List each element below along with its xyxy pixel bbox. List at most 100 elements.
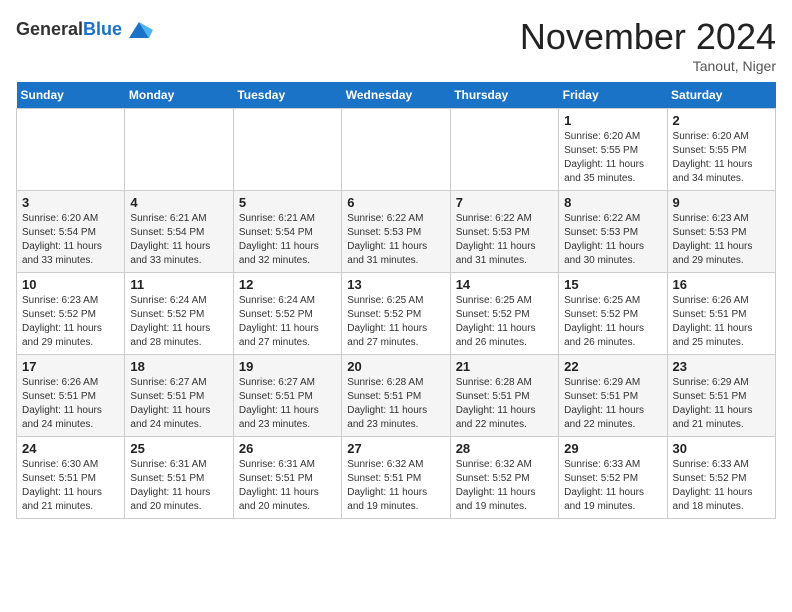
calendar-cell: 30 Sunrise: 6:33 AM Sunset: 5:52 PM Dayli…: [667, 437, 775, 519]
day-info: Sunrise: 6:23 AM Sunset: 5:53 PM Dayligh…: [673, 212, 770, 268]
weekday-header: Saturday: [667, 82, 775, 109]
calendar-cell: 28 Sunrise: 6:32 AM Sunset: 5:52 PM Dayli…: [450, 437, 558, 519]
day-info: Sunrise: 6:33 AM Sunset: 5:52 PM Dayligh…: [673, 458, 770, 514]
day-number: 20: [347, 359, 444, 374]
calendar-week-row: 10 Sunrise: 6:23 AM Sunset: 5:52 PM Dayli…: [17, 273, 776, 355]
day-number: 5: [239, 195, 336, 210]
day-number: 25: [130, 441, 227, 456]
title-block: November 2024 Tanout, Niger: [520, 16, 776, 74]
calendar-cell: 8 Sunrise: 6:22 AM Sunset: 5:53 PM Daylig…: [559, 191, 667, 273]
weekday-header: Sunday: [17, 82, 125, 109]
weekday-header: Friday: [559, 82, 667, 109]
day-info: Sunrise: 6:25 AM Sunset: 5:52 PM Dayligh…: [564, 294, 661, 350]
day-number: 30: [673, 441, 770, 456]
day-info: Sunrise: 6:21 AM Sunset: 5:54 PM Dayligh…: [130, 212, 227, 268]
day-info: Sunrise: 6:20 AM Sunset: 5:54 PM Dayligh…: [22, 212, 119, 268]
day-info: Sunrise: 6:25 AM Sunset: 5:52 PM Dayligh…: [347, 294, 444, 350]
day-info: Sunrise: 6:31 AM Sunset: 5:51 PM Dayligh…: [239, 458, 336, 514]
calendar-cell: 10 Sunrise: 6:23 AM Sunset: 5:52 PM Dayli…: [17, 273, 125, 355]
calendar-header: SundayMondayTuesdayWednesdayThursdayFrid…: [17, 82, 776, 109]
weekday-header: Wednesday: [342, 82, 450, 109]
day-number: 18: [130, 359, 227, 374]
day-number: 14: [456, 277, 553, 292]
day-info: Sunrise: 6:22 AM Sunset: 5:53 PM Dayligh…: [347, 212, 444, 268]
logo-blue: Blue: [83, 19, 122, 39]
day-number: 2: [673, 113, 770, 128]
day-number: 3: [22, 195, 119, 210]
calendar-cell: 22 Sunrise: 6:29 AM Sunset: 5:51 PM Dayli…: [559, 355, 667, 437]
calendar-cell: 26 Sunrise: 6:31 AM Sunset: 5:51 PM Dayli…: [233, 437, 341, 519]
day-number: 24: [22, 441, 119, 456]
calendar-week-row: 3 Sunrise: 6:20 AM Sunset: 5:54 PM Daylig…: [17, 191, 776, 273]
day-number: 15: [564, 277, 661, 292]
calendar-cell: 12Sunrise: 6:24 AM Sunset: 5:52 PM Dayli…: [233, 273, 341, 355]
calendar-cell: 2 Sunrise: 6:20 AM Sunset: 5:55 PM Daylig…: [667, 109, 775, 191]
day-info: Sunrise: 6:25 AM Sunset: 5:52 PM Dayligh…: [456, 294, 553, 350]
day-number: 27: [347, 441, 444, 456]
day-info: Sunrise: 6:20 AM Sunset: 5:55 PM Dayligh…: [564, 130, 661, 186]
day-number: 16: [673, 277, 770, 292]
day-number: 7: [456, 195, 553, 210]
day-number: 19: [239, 359, 336, 374]
calendar-cell: 17Sunrise: 6:26 AM Sunset: 5:51 PM Dayli…: [17, 355, 125, 437]
weekday-header: Tuesday: [233, 82, 341, 109]
day-info: Sunrise: 6:32 AM Sunset: 5:52 PM Dayligh…: [456, 458, 553, 514]
day-info: Sunrise: 6:20 AM Sunset: 5:55 PM Dayligh…: [673, 130, 770, 186]
calendar-cell: [17, 109, 125, 191]
day-info: Sunrise: 6:23 AM Sunset: 5:52 PM Dayligh…: [22, 294, 119, 350]
page-header: GeneralBlue November 2024 Tanout, Niger: [16, 16, 776, 74]
calendar-cell: [450, 109, 558, 191]
day-info: Sunrise: 6:22 AM Sunset: 5:53 PM Dayligh…: [564, 212, 661, 268]
day-info: Sunrise: 6:24 AM Sunset: 5:52 PM Dayligh…: [130, 294, 227, 350]
day-number: 21: [456, 359, 553, 374]
calendar-cell: 6 Sunrise: 6:22 AM Sunset: 5:53 PM Daylig…: [342, 191, 450, 273]
day-info: Sunrise: 6:28 AM Sunset: 5:51 PM Dayligh…: [347, 376, 444, 432]
calendar-cell: 13 Sunrise: 6:25 AM Sunset: 5:52 PM Dayli…: [342, 273, 450, 355]
calendar-cell: 16 Sunrise: 6:26 AM Sunset: 5:51 PM Dayli…: [667, 273, 775, 355]
day-info: Sunrise: 6:32 AM Sunset: 5:51 PM Dayligh…: [347, 458, 444, 514]
day-number: 6: [347, 195, 444, 210]
calendar-cell: 4Sunrise: 6:21 AM Sunset: 5:54 PM Daylig…: [125, 191, 233, 273]
logo-icon: [125, 16, 153, 44]
day-number: 9: [673, 195, 770, 210]
calendar-cell: 5Sunrise: 6:21 AM Sunset: 5:54 PM Daylig…: [233, 191, 341, 273]
day-number: 23: [673, 359, 770, 374]
calendar-week-row: 1 Sunrise: 6:20 AM Sunset: 5:55 PM Daylig…: [17, 109, 776, 191]
calendar-cell: 15 Sunrise: 6:25 AM Sunset: 5:52 PM Dayli…: [559, 273, 667, 355]
day-info: Sunrise: 6:26 AM Sunset: 5:51 PM Dayligh…: [673, 294, 770, 350]
day-info: Sunrise: 6:26 AM Sunset: 5:51 PM Dayligh…: [22, 376, 119, 432]
day-number: 26: [239, 441, 336, 456]
day-info: Sunrise: 6:29 AM Sunset: 5:51 PM Dayligh…: [564, 376, 661, 432]
month-title: November 2024: [520, 16, 776, 58]
day-number: 10: [22, 277, 119, 292]
day-number: 22: [564, 359, 661, 374]
day-number: 8: [564, 195, 661, 210]
calendar-cell: 29Sunrise: 6:33 AM Sunset: 5:52 PM Dayli…: [559, 437, 667, 519]
calendar-table: SundayMondayTuesdayWednesdayThursdayFrid…: [16, 82, 776, 519]
calendar-cell: 3 Sunrise: 6:20 AM Sunset: 5:54 PM Daylig…: [17, 191, 125, 273]
calendar-cell: 20 Sunrise: 6:28 AM Sunset: 5:51 PM Dayli…: [342, 355, 450, 437]
weekday-header: Monday: [125, 82, 233, 109]
day-number: 1: [564, 113, 661, 128]
logo-general: General: [16, 19, 83, 39]
day-number: 28: [456, 441, 553, 456]
calendar-cell: 1 Sunrise: 6:20 AM Sunset: 5:55 PM Daylig…: [559, 109, 667, 191]
calendar-cell: 25Sunrise: 6:31 AM Sunset: 5:51 PM Dayli…: [125, 437, 233, 519]
day-info: Sunrise: 6:24 AM Sunset: 5:52 PM Dayligh…: [239, 294, 336, 350]
calendar-cell: 21 Sunrise: 6:28 AM Sunset: 5:51 PM Dayli…: [450, 355, 558, 437]
day-info: Sunrise: 6:22 AM Sunset: 5:53 PM Dayligh…: [456, 212, 553, 268]
calendar-body: 1 Sunrise: 6:20 AM Sunset: 5:55 PM Daylig…: [17, 109, 776, 519]
calendar-week-row: 24Sunrise: 6:30 AM Sunset: 5:51 PM Dayli…: [17, 437, 776, 519]
calendar-week-row: 17Sunrise: 6:26 AM Sunset: 5:51 PM Dayli…: [17, 355, 776, 437]
day-info: Sunrise: 6:28 AM Sunset: 5:51 PM Dayligh…: [456, 376, 553, 432]
weekday-header: Thursday: [450, 82, 558, 109]
calendar-cell: 24Sunrise: 6:30 AM Sunset: 5:51 PM Dayli…: [17, 437, 125, 519]
day-number: 29: [564, 441, 661, 456]
calendar-cell: 14 Sunrise: 6:25 AM Sunset: 5:52 PM Dayli…: [450, 273, 558, 355]
calendar-cell: [125, 109, 233, 191]
calendar-cell: 23Sunrise: 6:29 AM Sunset: 5:51 PM Dayli…: [667, 355, 775, 437]
calendar-cell: 19Sunrise: 6:27 AM Sunset: 5:51 PM Dayli…: [233, 355, 341, 437]
calendar-cell: 9 Sunrise: 6:23 AM Sunset: 5:53 PM Daylig…: [667, 191, 775, 273]
day-number: 13: [347, 277, 444, 292]
location-label: Tanout, Niger: [520, 58, 776, 74]
